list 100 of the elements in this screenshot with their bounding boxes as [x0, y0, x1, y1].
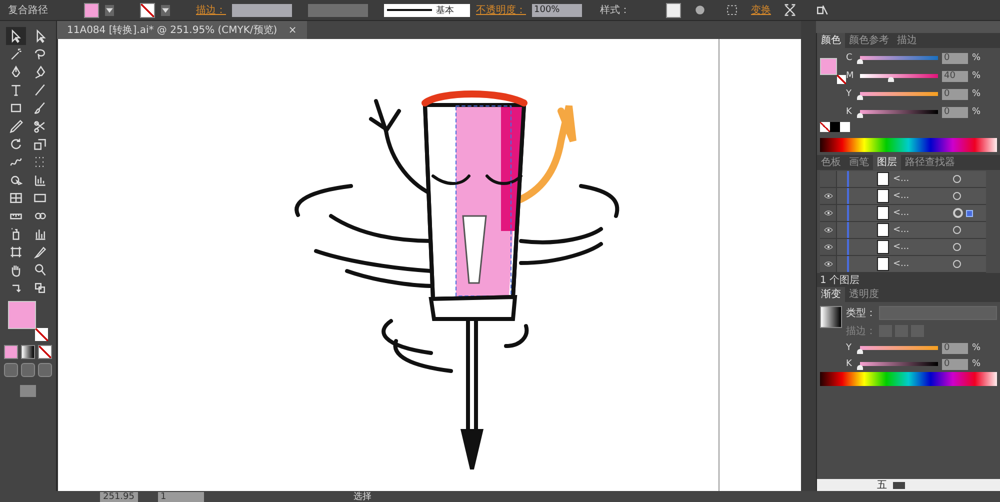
layer-name: <... — [893, 242, 910, 252]
panel-tab[interactable]: 描边 — [893, 33, 921, 48]
visibility-toggle[interactable] — [820, 171, 837, 187]
panel-tab[interactable]: 图层 — [873, 155, 901, 170]
document-tab[interactable]: 11A084 [转换].ai* @ 251.95% (CMYK/预览) × — [57, 21, 307, 39]
layer-row[interactable]: <... — [820, 188, 986, 205]
opacity-field[interactable]: 100% — [532, 4, 582, 16]
layer-thumbnail — [877, 257, 889, 271]
object-type-label: 复合路径 — [8, 4, 48, 17]
panel-tab[interactable]: 透明度 — [845, 287, 883, 302]
visibility-toggle[interactable] — [820, 256, 837, 272]
color-mode-button[interactable] — [4, 345, 18, 359]
target-circle-icon[interactable] — [953, 208, 963, 218]
percent-label: % — [972, 71, 981, 81]
gradient-mode-button[interactable] — [21, 345, 35, 359]
layer-thumbnail — [877, 172, 889, 186]
channel-value-field[interactable]: 0 — [942, 52, 968, 64]
style-swatch[interactable] — [666, 2, 681, 18]
panel-tab[interactable]: 路径查找器 — [901, 155, 959, 170]
percent-label: % — [972, 343, 981, 353]
target-circle-icon[interactable] — [953, 192, 961, 200]
panel-tab[interactable]: 色板 — [817, 155, 845, 170]
channel-label: K — [846, 359, 853, 369]
percent-label: % — [972, 107, 981, 117]
layer-row[interactable]: <... — [820, 239, 986, 256]
fill-color-swatch[interactable] — [820, 58, 837, 75]
slider-thumb[interactable] — [857, 113, 863, 118]
stroke-none-swatch[interactable] — [837, 75, 846, 84]
slider-thumb[interactable] — [857, 365, 863, 370]
slider-thumb[interactable] — [857, 349, 863, 354]
color-spectrum[interactable] — [820, 372, 997, 386]
dropdown-arrow-icon[interactable] — [105, 4, 114, 16]
none-mode-button[interactable] — [38, 345, 52, 359]
channel-value-field[interactable]: 40 — [942, 70, 968, 82]
none-swatch[interactable] — [820, 122, 830, 132]
visibility-toggle[interactable] — [820, 205, 837, 221]
stroke-none-swatch[interactable] — [140, 2, 155, 18]
layer-row[interactable]: <... — [820, 205, 986, 222]
channel-value-field[interactable]: 0 — [942, 106, 968, 118]
layer-row[interactable]: <... — [820, 171, 986, 188]
stroke-weight-field[interactable] — [232, 4, 292, 16]
visibility-toggle[interactable] — [820, 222, 837, 238]
transform-link[interactable]: 变换 — [751, 3, 771, 17]
brush-profile-field[interactable]: 基本 — [384, 4, 470, 16]
layer-thumbnail — [877, 240, 889, 254]
eye-icon — [824, 227, 832, 233]
panel-tab[interactable]: 颜色参考 — [845, 33, 893, 48]
variable-width-field[interactable] — [308, 4, 368, 16]
target-circle-icon[interactable] — [953, 175, 961, 183]
layer-name: <... — [893, 191, 910, 201]
dropdown-arrow-icon[interactable] — [161, 4, 170, 16]
stroke-link[interactable]: 描边： — [196, 3, 226, 17]
channel-label: Y — [846, 343, 852, 353]
panel-tab[interactable]: 渐变 — [817, 287, 845, 302]
layer-name: <... — [893, 208, 910, 218]
close-tab-button[interactable]: × — [288, 25, 297, 36]
channel-value-field[interactable]: 0 — [942, 358, 968, 370]
zoom-field[interactable]: 251.95 — [100, 492, 138, 502]
target-circle-icon[interactable] — [953, 243, 961, 251]
stroke-none-swatch[interactable] — [35, 328, 48, 341]
style-label: 样式： — [600, 4, 630, 17]
target-circle-icon[interactable] — [953, 226, 961, 234]
color-spectrum[interactable] — [820, 138, 997, 152]
channel-value-field[interactable]: 0 — [942, 88, 968, 100]
channel-label: Y — [846, 89, 852, 99]
panel-tab[interactable]: 画笔 — [845, 155, 873, 170]
eye-icon — [824, 210, 832, 216]
transform-icon[interactable] — [783, 3, 797, 17]
stroke-label: 描边： — [846, 324, 876, 338]
keyboard-icon[interactable] — [893, 482, 905, 488]
layer-name: <... — [893, 259, 910, 269]
layer-row[interactable]: <... — [820, 222, 986, 239]
layer-thumbnail — [877, 189, 889, 203]
target-circle-icon[interactable] — [953, 260, 961, 268]
layer-count-label: 1 个图层 — [820, 274, 860, 287]
align-icon[interactable] — [725, 3, 739, 17]
fill-color-swatch[interactable] — [8, 301, 36, 329]
slider-thumb[interactable] — [857, 95, 863, 100]
slider-thumb[interactable] — [857, 59, 863, 64]
opacity-link[interactable]: 不透明度： — [476, 3, 526, 17]
visibility-toggle[interactable] — [820, 188, 837, 204]
gradient-preview[interactable] — [820, 306, 842, 328]
artboard-field[interactable]: 1 — [158, 492, 204, 502]
layer-thumbnail — [877, 206, 889, 220]
slider-thumb[interactable] — [888, 77, 894, 82]
type-label: 类型： — [846, 306, 876, 320]
percent-label: % — [972, 89, 981, 99]
layer-row[interactable]: <... — [820, 256, 986, 273]
visibility-toggle[interactable] — [820, 239, 837, 255]
percent-label: % — [972, 359, 981, 369]
ime-label[interactable]: 五 — [877, 478, 887, 492]
panel-tab[interactable]: 颜色 — [817, 33, 845, 48]
fill-swatch[interactable] — [84, 2, 99, 18]
globe-icon[interactable] — [693, 3, 707, 17]
isolate-icon[interactable] — [815, 3, 829, 17]
default-fill-swatch[interactable] — [830, 122, 840, 132]
eye-icon — [824, 244, 832, 250]
channel-value-field[interactable]: 0 — [942, 342, 968, 354]
selection-square-icon — [966, 210, 973, 216]
default-stroke-swatch[interactable] — [840, 122, 850, 132]
